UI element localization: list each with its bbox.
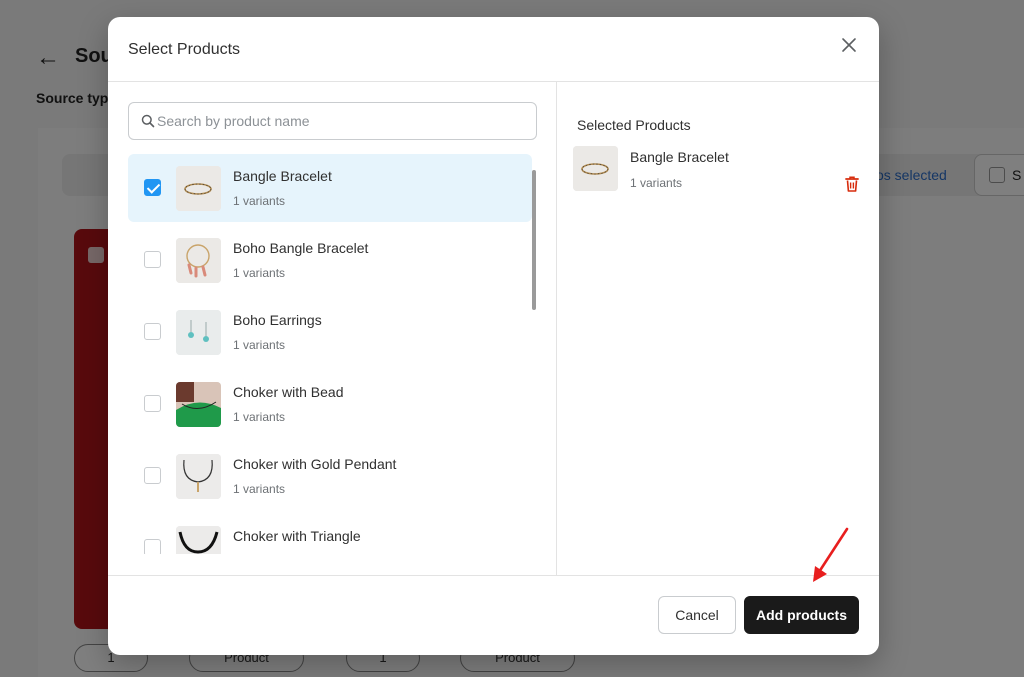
product-name: Boho Earrings [233, 312, 322, 328]
product-row-choker-with-gold-pendant[interactable]: Choker with Gold Pendant 1 variants [128, 442, 532, 510]
product-checkbox[interactable] [144, 251, 161, 268]
product-variants: 1 variants [233, 338, 286, 352]
product-row-choker-with-triangle[interactable]: Choker with Triangle [128, 514, 532, 554]
product-thumbnail [176, 382, 221, 427]
modal-body: Bangle Bracelet 1 variants Boho Bangle B… [108, 82, 879, 575]
search-icon [141, 114, 155, 128]
search-box[interactable] [128, 102, 537, 140]
select-products-modal: Select Products Search by product name B… [108, 17, 879, 655]
close-button[interactable] [837, 33, 861, 57]
product-row-bangle-bracelet[interactable]: Bangle Bracelet 1 variants [128, 154, 532, 222]
selected-product-item: Bangle Bracelet 1 variants [573, 144, 863, 194]
product-row-boho-bangle-bracelet[interactable]: Boho Bangle Bracelet 1 variants [128, 226, 532, 294]
product-row-boho-earrings[interactable]: Boho Earrings 1 variants [128, 298, 532, 366]
modal-footer: Cancel Add products [108, 575, 879, 655]
product-row-choker-with-bead[interactable]: Choker with Bead 1 variants [128, 370, 532, 438]
product-name: Choker with Gold Pendant [233, 456, 397, 472]
selected-product-name: Bangle Bracelet [630, 149, 729, 165]
selected-products-title: Selected Products [577, 117, 691, 133]
product-variants: 1 variants [233, 194, 286, 208]
product-variants: 1 variants [233, 410, 286, 424]
cancel-button[interactable]: Cancel [658, 596, 736, 634]
product-thumbnail [176, 454, 221, 499]
product-list-scrollbar[interactable] [532, 170, 536, 310]
modal-header: Select Products [108, 17, 879, 82]
search-input[interactable] [157, 103, 527, 139]
product-list: Bangle Bracelet 1 variants Boho Bangle B… [128, 154, 532, 554]
modal-title: Select Products [128, 41, 241, 58]
product-checkbox[interactable] [144, 539, 161, 554]
product-thumbnail [176, 310, 221, 355]
product-checkbox[interactable] [144, 179, 161, 196]
product-checkbox[interactable] [144, 395, 161, 412]
product-checkbox[interactable] [144, 323, 161, 340]
add-products-button[interactable]: Add products [744, 596, 859, 634]
product-name: Choker with Bead [233, 384, 344, 400]
product-variants: 1 variants [233, 266, 286, 280]
selected-products-pane: Selected Products Bangle Bracelet 1 vari… [557, 82, 879, 575]
product-picker-pane: Bangle Bracelet 1 variants Boho Bangle B… [108, 82, 557, 575]
product-thumbnail [176, 526, 221, 554]
product-thumbnail [573, 146, 618, 191]
selected-product-variants: 1 variants [630, 176, 683, 190]
product-name: Boho Bangle Bracelet [233, 240, 369, 256]
product-thumbnail [176, 238, 221, 283]
product-name: Bangle Bracelet [233, 168, 332, 184]
product-checkbox[interactable] [144, 467, 161, 484]
product-variants: 1 variants [233, 482, 286, 496]
remove-product-button[interactable] [844, 175, 860, 193]
trash-icon [845, 176, 859, 192]
product-thumbnail [176, 166, 221, 211]
product-name: Choker with Triangle [233, 528, 361, 544]
close-icon [842, 38, 856, 52]
